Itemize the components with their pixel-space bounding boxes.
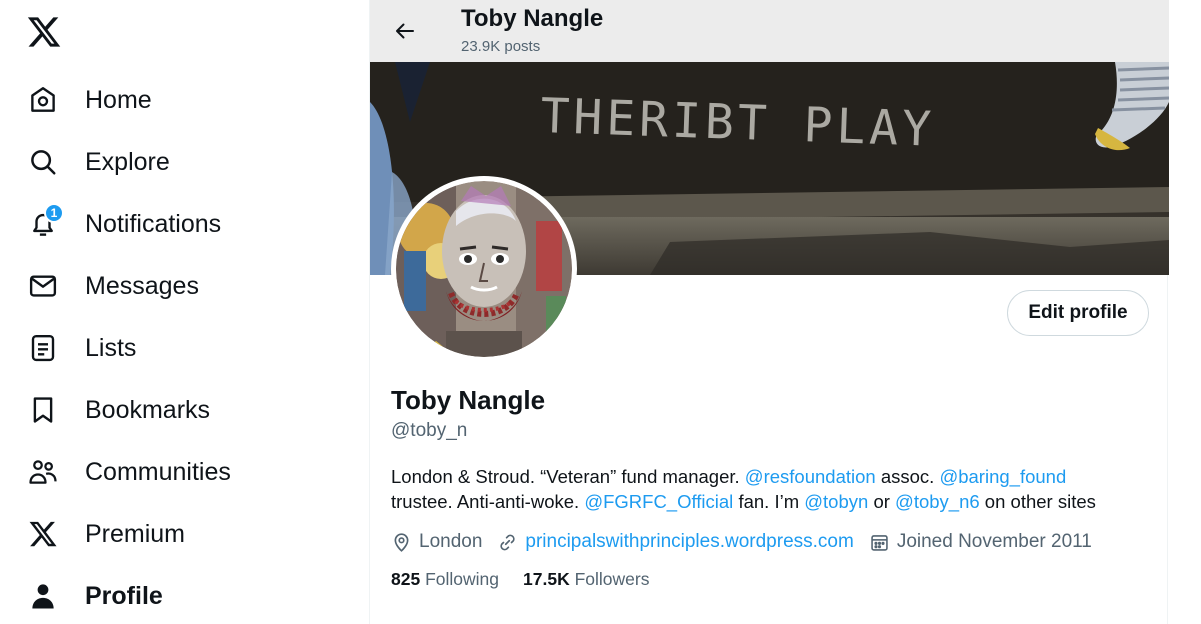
- sidebar-item-premium[interactable]: Premium: [26, 511, 326, 557]
- followers-label: Followers: [574, 569, 650, 589]
- bell-icon: 1: [26, 203, 64, 241]
- sidebar: Home Explore 1 Notifications Messages Li…: [0, 0, 368, 624]
- bio-text: assoc.: [875, 466, 940, 487]
- followers-count: 17.5K: [523, 569, 570, 589]
- link-icon: [500, 534, 515, 550]
- bio-text: on other sites: [979, 491, 1096, 512]
- profile-column: Toby Nangle 23.9K posts THERIBT PLAY Edi…: [369, 0, 1169, 624]
- following-label: Following: [425, 569, 500, 589]
- following-count: 825: [391, 569, 421, 589]
- x-logo-icon: [26, 517, 60, 551]
- following-link[interactable]: 825 Following: [391, 569, 499, 590]
- home-icon: [26, 83, 60, 117]
- location-text: London: [419, 531, 483, 552]
- bio-text: trustee. Anti-anti-woke.: [391, 491, 585, 512]
- sidebar-item-bookmarks[interactable]: Bookmarks: [26, 387, 326, 433]
- bio-mention-link[interactable]: @tobyn: [804, 491, 868, 512]
- bio-mention-link[interactable]: @baring_found: [939, 466, 1066, 487]
- website-link[interactable]: principalswithprinciples.wordpress.com: [525, 531, 853, 553]
- bio-mention-link[interactable]: @resfoundation: [745, 466, 876, 487]
- sidebar-item-label: Home: [85, 85, 152, 114]
- back-button[interactable]: [388, 14, 422, 48]
- sidebar-item-explore[interactable]: Explore: [26, 139, 326, 185]
- profile-meta: London principalswithprinciples.wordpres…: [391, 529, 1107, 555]
- followers-link[interactable]: 17.5K Followers: [523, 569, 649, 590]
- bio-text: fan. I’m: [733, 491, 805, 512]
- sidebar-item-messages[interactable]: Messages: [26, 263, 326, 309]
- person-icon: [26, 579, 60, 613]
- envelope-icon: [26, 269, 60, 303]
- bio-mention-link[interactable]: @toby_n6: [895, 491, 980, 512]
- sidebar-item-label: Profile: [85, 581, 163, 610]
- profile-bio: London & Stroud. “Veteran” fund manager.…: [391, 464, 1151, 514]
- search-icon: [26, 145, 60, 179]
- profile-location: London: [391, 531, 482, 553]
- edit-profile-button[interactable]: Edit profile: [1007, 290, 1149, 336]
- sidebar-item-label: Communities: [85, 457, 231, 486]
- sidebar-item-lists[interactable]: Lists: [26, 325, 326, 371]
- header-name: Toby Nangle: [461, 5, 604, 32]
- profile-joined: Joined November 2011: [869, 531, 1092, 553]
- profile-handle: @toby_n: [391, 420, 468, 441]
- location-pin-icon: [394, 532, 409, 552]
- sidebar-item-label: Notifications: [85, 209, 222, 238]
- notification-badge: 1: [44, 203, 64, 223]
- sidebar-item-label: Explore: [85, 147, 170, 176]
- arrow-left-icon: [396, 23, 414, 39]
- profile-avatar[interactable]: [391, 176, 577, 362]
- bio-text: or: [868, 491, 896, 512]
- sidebar-item-communities[interactable]: Communities: [26, 449, 326, 495]
- bookmark-icon: [26, 393, 60, 427]
- people-icon: [26, 455, 60, 489]
- sidebar-item-label: Premium: [85, 519, 186, 548]
- sidebar-item-label: Bookmarks: [85, 395, 211, 424]
- header-post-count: 23.9K posts: [461, 38, 541, 55]
- sidebar-item-profile[interactable]: Profile: [26, 573, 326, 619]
- x-logo-icon[interactable]: [26, 14, 62, 50]
- profile-header-bar: Toby Nangle 23.9K posts: [370, 0, 1169, 62]
- profile-display-name: Toby Nangle: [391, 385, 546, 415]
- bio-text: London & Stroud. “Veteran” fund manager.: [391, 466, 745, 487]
- bio-mention-link[interactable]: @FGRFC_Official: [584, 491, 733, 512]
- joined-text: Joined November 2011: [896, 531, 1092, 552]
- sidebar-item-notifications[interactable]: 1 Notifications: [26, 201, 326, 247]
- calendar-icon: [871, 534, 888, 551]
- avatar-image: [396, 181, 572, 357]
- sidebar-item-label: Lists: [85, 333, 137, 362]
- profile-stats: 825 Following 17.5K Followers: [391, 569, 673, 590]
- profile-website: principalswithprinciples.wordpress.com: [497, 531, 854, 553]
- list-icon: [26, 331, 60, 365]
- sidebar-item-label: Messages: [85, 271, 199, 300]
- sidebar-item-home[interactable]: Home: [26, 77, 326, 123]
